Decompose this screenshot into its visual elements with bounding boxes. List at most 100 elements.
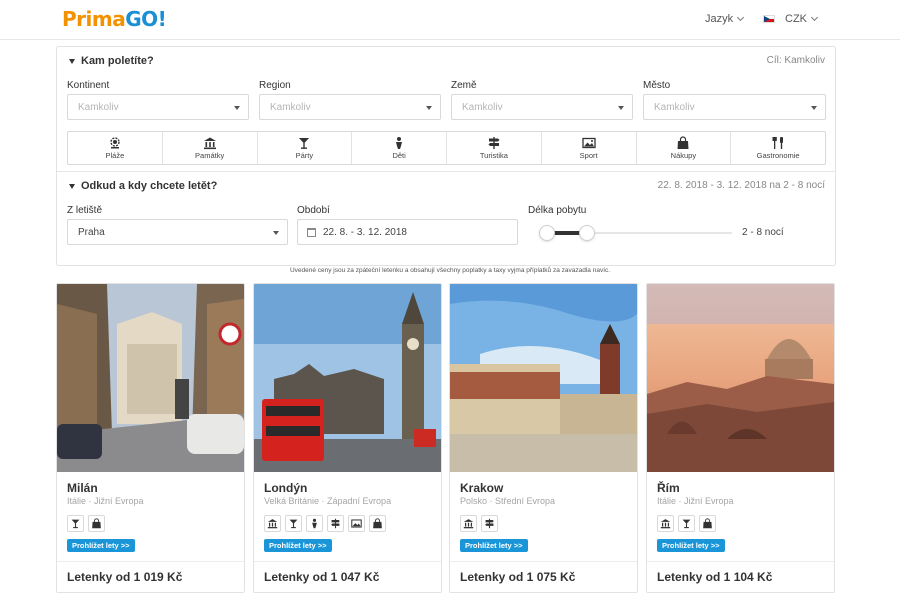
category-label: Sport (579, 151, 598, 160)
destination-card-milan[interactable]: Milán Itálie · Jižní Evropa Prohlížet le… (56, 283, 245, 593)
browse-flights-button[interactable]: Prohlížet lety >> (460, 539, 528, 552)
city-placeholder: Kamkoliv (654, 101, 695, 113)
continent-select[interactable]: Kamkoliv (67, 94, 249, 120)
departure-toggle[interactable]: Odkud a kdy chcete letět? (69, 180, 217, 192)
milan-photo (57, 284, 244, 472)
category-label: Děti (392, 151, 406, 160)
departure-summary: 22. 8. 2018 - 3. 12. 2018 na 2 - 8 nocí (657, 180, 825, 191)
card-divider (254, 561, 441, 562)
continent-label: Kontinent (67, 80, 110, 91)
slider-handle-min[interactable] (539, 225, 555, 241)
airport-label: Z letiště (67, 205, 103, 216)
top-header: PrimaGO! Jazyk CZK (0, 0, 900, 40)
category-beaches[interactable]: Pláže (68, 132, 163, 164)
shopping-bag-icon (369, 515, 386, 532)
shopping-bag-icon (88, 515, 105, 532)
triangle-down-icon (69, 58, 75, 64)
period-value: 22. 8. - 3. 12. 2018 (323, 226, 407, 238)
caret-down-icon (234, 106, 240, 110)
signpost-icon (488, 137, 500, 149)
city-select[interactable]: Kamkoliv (643, 94, 826, 120)
card-city: Řím (657, 481, 680, 495)
continent-placeholder: Kamkoliv (78, 101, 119, 113)
calendar-icon (307, 227, 316, 237)
destination-card-rome[interactable]: Řím Itálie · Jižní Evropa Prohlížet lety… (646, 283, 835, 593)
child-icon (306, 515, 323, 532)
period-label: Období (297, 205, 330, 216)
cutlery-icon (772, 137, 784, 149)
section-divider (57, 171, 835, 172)
caret-down-icon (273, 231, 279, 235)
region-label: Region (259, 80, 291, 91)
category-hiking[interactable]: Turistika (447, 132, 542, 164)
child-icon (396, 137, 403, 149)
price-disclaimer: Uvedené ceny jsou za zpáteční letenku a … (289, 267, 611, 274)
currency-selector[interactable]: CZK (763, 13, 819, 25)
browse-flights-button[interactable]: Prohlížet lety >> (657, 539, 725, 552)
card-divider (57, 561, 244, 562)
monument-icon (657, 515, 674, 532)
browse-flights-button[interactable]: Prohlížet lety >> (67, 539, 135, 552)
airport-select[interactable]: Praha (67, 219, 288, 245)
destination-card-london[interactable]: Londýn Velká Británie · Západní Evropa P… (253, 283, 442, 593)
caret-down-icon (811, 106, 817, 110)
beach-icon (110, 137, 120, 149)
cocktail-icon (285, 515, 302, 532)
browse-flights-button[interactable]: Prohlížet lety >> (264, 539, 332, 552)
cocktail-icon (678, 515, 695, 532)
city-label: Město (643, 80, 671, 91)
category-kids[interactable]: Děti (352, 132, 447, 164)
card-city: Milán (67, 481, 98, 495)
card-region: Itálie · Jižní Evropa (67, 496, 144, 506)
shopping-bag-icon (677, 136, 689, 149)
monument-icon (203, 137, 216, 150)
shopping-bag-icon (699, 515, 716, 532)
london-photo (254, 284, 441, 472)
destination-toggle[interactable]: Kam poletíte? (69, 55, 154, 67)
card-category-icons (264, 515, 386, 532)
category-monuments[interactable]: Památky (163, 132, 258, 164)
czech-flag-icon (763, 15, 775, 23)
category-label: Turistika (479, 151, 508, 160)
chevron-down-icon (737, 13, 745, 22)
card-price: Letenky od 1 019 Kč (67, 570, 183, 584)
destination-title: Kam poletíte? (81, 55, 154, 67)
primago-logo[interactable]: PrimaGO! (62, 7, 167, 31)
card-city: Krakow (460, 481, 504, 495)
logo-go-text: GO! (125, 7, 167, 31)
card-price: Letenky od 1 047 Kč (264, 570, 380, 584)
category-filter-bar: Pláže Památky Párty Děti Turistika Sport… (67, 131, 826, 165)
period-date-input[interactable]: 22. 8. - 3. 12. 2018 (297, 219, 518, 245)
category-shopping[interactable]: Nákupy (637, 132, 732, 164)
picture-icon (348, 515, 365, 532)
card-region: Velká Británie · Západní Evropa (264, 496, 392, 506)
language-selector[interactable]: Jazyk (705, 13, 745, 25)
signpost-icon (327, 515, 344, 532)
card-city: Londýn (264, 481, 308, 495)
category-sport[interactable]: Sport (542, 132, 637, 164)
cocktail-icon (299, 138, 310, 149)
category-label: Párty (295, 151, 314, 160)
card-category-icons (657, 515, 716, 532)
region-select[interactable]: Kamkoliv (259, 94, 441, 120)
destination-card-krakow[interactable]: Krakow Polsko · Střední Evropa Prohlížet… (449, 283, 638, 593)
country-select[interactable]: Kamkoliv (451, 94, 633, 120)
logo-prima-text: Prima (62, 7, 126, 31)
language-label: Jazyk (705, 13, 734, 25)
region-placeholder: Kamkoliv (270, 101, 311, 113)
triangle-down-icon (69, 183, 75, 189)
country-label: Země (451, 80, 477, 91)
category-gastronomy[interactable]: Gastronomie (731, 132, 825, 164)
airport-value: Praha (78, 226, 105, 238)
card-region: Polsko · Střední Evropa (460, 496, 556, 506)
slider-handle-max[interactable] (579, 225, 595, 241)
stay-length-slider[interactable] (539, 225, 732, 241)
card-divider (450, 561, 637, 562)
category-party[interactable]: Párty (258, 132, 353, 164)
monument-icon (264, 515, 281, 532)
category-label: Pláže (105, 151, 125, 160)
category-label: Gastronomie (756, 151, 800, 160)
departure-title: Odkud a kdy chcete letět? (81, 180, 218, 192)
category-label: Nákupy (670, 151, 697, 160)
cocktail-icon (67, 515, 84, 532)
